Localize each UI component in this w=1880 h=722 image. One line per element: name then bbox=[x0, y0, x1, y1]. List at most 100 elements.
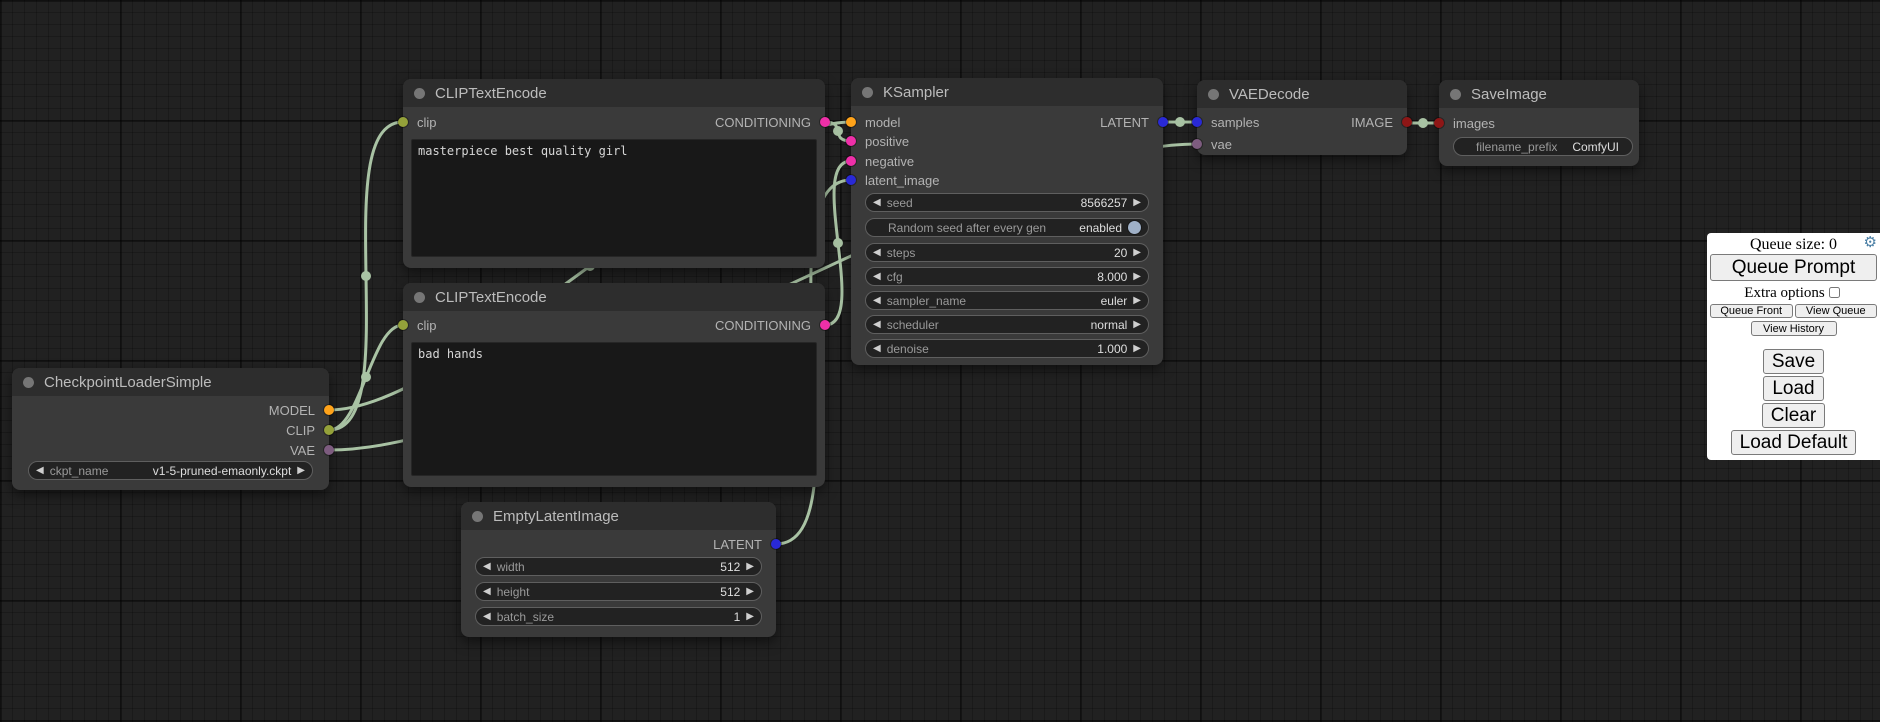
node-checkpointloadersimple[interactable]: CheckpointLoaderSimple MODEL CLIP VAE ◀ … bbox=[12, 368, 329, 490]
widget-denoise[interactable]: ◀ denoise 1.000 ▶ bbox=[865, 339, 1149, 358]
extra-options-checkbox[interactable] bbox=[1829, 287, 1840, 298]
widget-batch-size[interactable]: ◀ batch_size 1 ▶ bbox=[475, 607, 762, 626]
widget-cfg[interactable]: ◀ cfg 8.000 ▶ bbox=[865, 267, 1149, 286]
load-button[interactable]: Load bbox=[1763, 376, 1823, 401]
node-title-bar[interactable]: CheckpointLoaderSimple bbox=[12, 368, 329, 396]
increment-arrow-icon[interactable]: ▶ bbox=[1133, 272, 1141, 282]
node-title-bar[interactable]: SaveImage bbox=[1439, 80, 1639, 108]
node-title-bar[interactable]: CLIPTextEncode bbox=[403, 283, 825, 311]
node-collapse-icon[interactable] bbox=[472, 511, 483, 522]
decrement-arrow-icon[interactable]: ◀ bbox=[873, 272, 881, 282]
increment-arrow-icon[interactable]: ▶ bbox=[1133, 320, 1141, 330]
prompt-textarea[interactable]: bad hands bbox=[411, 342, 817, 476]
node-cliptextencode-positive[interactable]: CLIPTextEncode clip CONDITIONING masterp… bbox=[403, 79, 825, 268]
increment-arrow-icon[interactable]: ▶ bbox=[297, 466, 305, 476]
slot-label: LATENT bbox=[713, 537, 762, 552]
decrement-arrow-icon[interactable]: ◀ bbox=[873, 344, 881, 354]
clear-button[interactable]: Clear bbox=[1762, 403, 1825, 428]
increment-arrow-icon[interactable]: ▶ bbox=[1133, 296, 1141, 306]
output-port-latent[interactable] bbox=[771, 539, 781, 549]
widget-value: 512 bbox=[720, 585, 740, 599]
prompt-textarea[interactable]: masterpiece best quality girl bbox=[411, 139, 817, 257]
output-port-image[interactable] bbox=[1402, 117, 1412, 127]
output-port-latent[interactable] bbox=[1158, 117, 1168, 127]
increment-arrow-icon[interactable]: ▶ bbox=[746, 562, 754, 572]
input-port-negative[interactable] bbox=[846, 156, 856, 166]
settings-gear-icon[interactable]: ⚙ bbox=[1864, 235, 1877, 250]
slot-label: vae bbox=[1211, 137, 1232, 152]
node-title-bar[interactable]: VAEDecode bbox=[1197, 80, 1407, 108]
link-midpoint-dot bbox=[833, 126, 843, 136]
node-saveimage[interactable]: SaveImage images filename_prefix ComfyUI bbox=[1439, 80, 1639, 166]
node-title-text: KSampler bbox=[883, 84, 949, 101]
widget-scheduler[interactable]: ◀ scheduler normal ▶ bbox=[865, 315, 1149, 334]
output-port-vae[interactable] bbox=[324, 445, 334, 455]
node-title-bar[interactable]: KSampler bbox=[851, 78, 1163, 106]
node-vaedecode[interactable]: VAEDecode samples vae IMAGE bbox=[1197, 80, 1407, 155]
decrement-arrow-icon[interactable]: ◀ bbox=[483, 587, 491, 597]
widget-sampler-name[interactable]: ◀ sampler_name euler ▶ bbox=[865, 291, 1149, 310]
decrement-arrow-icon[interactable]: ◀ bbox=[873, 320, 881, 330]
decrement-arrow-icon[interactable]: ◀ bbox=[873, 198, 881, 208]
input-port-latent-image[interactable] bbox=[846, 175, 856, 185]
input-port-clip[interactable] bbox=[398, 117, 408, 127]
load-default-button[interactable]: Load Default bbox=[1731, 430, 1857, 455]
view-queue-button[interactable]: View Queue bbox=[1795, 304, 1878, 318]
output-port-conditioning[interactable] bbox=[820, 117, 830, 127]
slot-label: LATENT bbox=[1100, 115, 1149, 130]
input-slot-samples: samples bbox=[1197, 112, 1259, 132]
slot-label: CLIP bbox=[286, 423, 315, 438]
output-port-conditioning[interactable] bbox=[820, 320, 830, 330]
toggle-on-icon[interactable] bbox=[1128, 221, 1141, 234]
node-ksampler[interactable]: KSampler model positive negative latent_… bbox=[851, 78, 1163, 365]
widget-label: batch_size bbox=[497, 610, 554, 624]
graph-canvas[interactable]: CheckpointLoaderSimple MODEL CLIP VAE ◀ … bbox=[0, 0, 1880, 722]
decrement-arrow-icon[interactable]: ◀ bbox=[483, 612, 491, 622]
widget-steps[interactable]: ◀ steps 20 ▶ bbox=[865, 243, 1149, 262]
output-port-clip[interactable] bbox=[324, 425, 334, 435]
output-port-model[interactable] bbox=[324, 405, 334, 415]
slot-label: IMAGE bbox=[1351, 115, 1393, 130]
widget-seed[interactable]: ◀ seed 8566257 ▶ bbox=[865, 193, 1149, 212]
increment-arrow-icon[interactable]: ▶ bbox=[746, 612, 754, 622]
widget-width[interactable]: ◀ width 512 ▶ bbox=[475, 557, 762, 576]
queue-prompt-button[interactable]: Queue Prompt bbox=[1710, 254, 1877, 281]
node-title-bar[interactable]: CLIPTextEncode bbox=[403, 79, 825, 107]
node-collapse-icon[interactable] bbox=[862, 87, 873, 98]
increment-arrow-icon[interactable]: ▶ bbox=[1133, 198, 1141, 208]
node-collapse-icon[interactable] bbox=[1450, 89, 1461, 100]
input-port-vae[interactable] bbox=[1192, 139, 1202, 149]
widget-height[interactable]: ◀ height 512 ▶ bbox=[475, 582, 762, 601]
widget-ckpt-name[interactable]: ◀ ckpt_name v1-5-pruned-emaonly.ckpt ▶ bbox=[28, 461, 313, 480]
decrement-arrow-icon[interactable]: ◀ bbox=[873, 248, 881, 258]
input-port-positive[interactable] bbox=[846, 136, 856, 146]
increment-arrow-icon[interactable]: ▶ bbox=[1133, 344, 1141, 354]
input-port-samples[interactable] bbox=[1192, 117, 1202, 127]
widget-filename-prefix[interactable]: filename_prefix ComfyUI bbox=[1453, 137, 1633, 156]
input-port-model[interactable] bbox=[846, 117, 856, 127]
node-cliptextencode-negative[interactable]: CLIPTextEncode clip CONDITIONING bad han… bbox=[403, 283, 825, 487]
node-collapse-icon[interactable] bbox=[414, 292, 425, 303]
decrement-arrow-icon[interactable]: ◀ bbox=[36, 466, 44, 476]
widget-value: ComfyUI bbox=[1572, 140, 1619, 154]
node-emptylatentimage[interactable]: EmptyLatentImage LATENT ◀ width 512 ▶ ◀ … bbox=[461, 502, 776, 637]
output-slot-conditioning: CONDITIONING bbox=[715, 112, 825, 132]
input-port-images[interactable] bbox=[1434, 118, 1444, 128]
queue-front-button[interactable]: Queue Front bbox=[1710, 304, 1793, 318]
queue-size-label: Queue size: 0 bbox=[1707, 236, 1880, 253]
node-collapse-icon[interactable] bbox=[414, 88, 425, 99]
decrement-arrow-icon[interactable]: ◀ bbox=[483, 562, 491, 572]
node-collapse-icon[interactable] bbox=[23, 377, 34, 388]
slot-label: CONDITIONING bbox=[715, 318, 811, 333]
node-title-bar[interactable]: EmptyLatentImage bbox=[461, 502, 776, 530]
widget-value: euler bbox=[1101, 294, 1128, 308]
node-collapse-icon[interactable] bbox=[1208, 89, 1219, 100]
widget-random-seed-toggle[interactable]: Random seed after every gen enabled bbox=[865, 218, 1149, 237]
save-button[interactable]: Save bbox=[1763, 349, 1824, 374]
view-history-button[interactable]: View History bbox=[1751, 321, 1837, 336]
node-title-text: CLIPTextEncode bbox=[435, 85, 547, 102]
increment-arrow-icon[interactable]: ▶ bbox=[1133, 248, 1141, 258]
input-port-clip[interactable] bbox=[398, 320, 408, 330]
increment-arrow-icon[interactable]: ▶ bbox=[746, 587, 754, 597]
decrement-arrow-icon[interactable]: ◀ bbox=[873, 296, 881, 306]
